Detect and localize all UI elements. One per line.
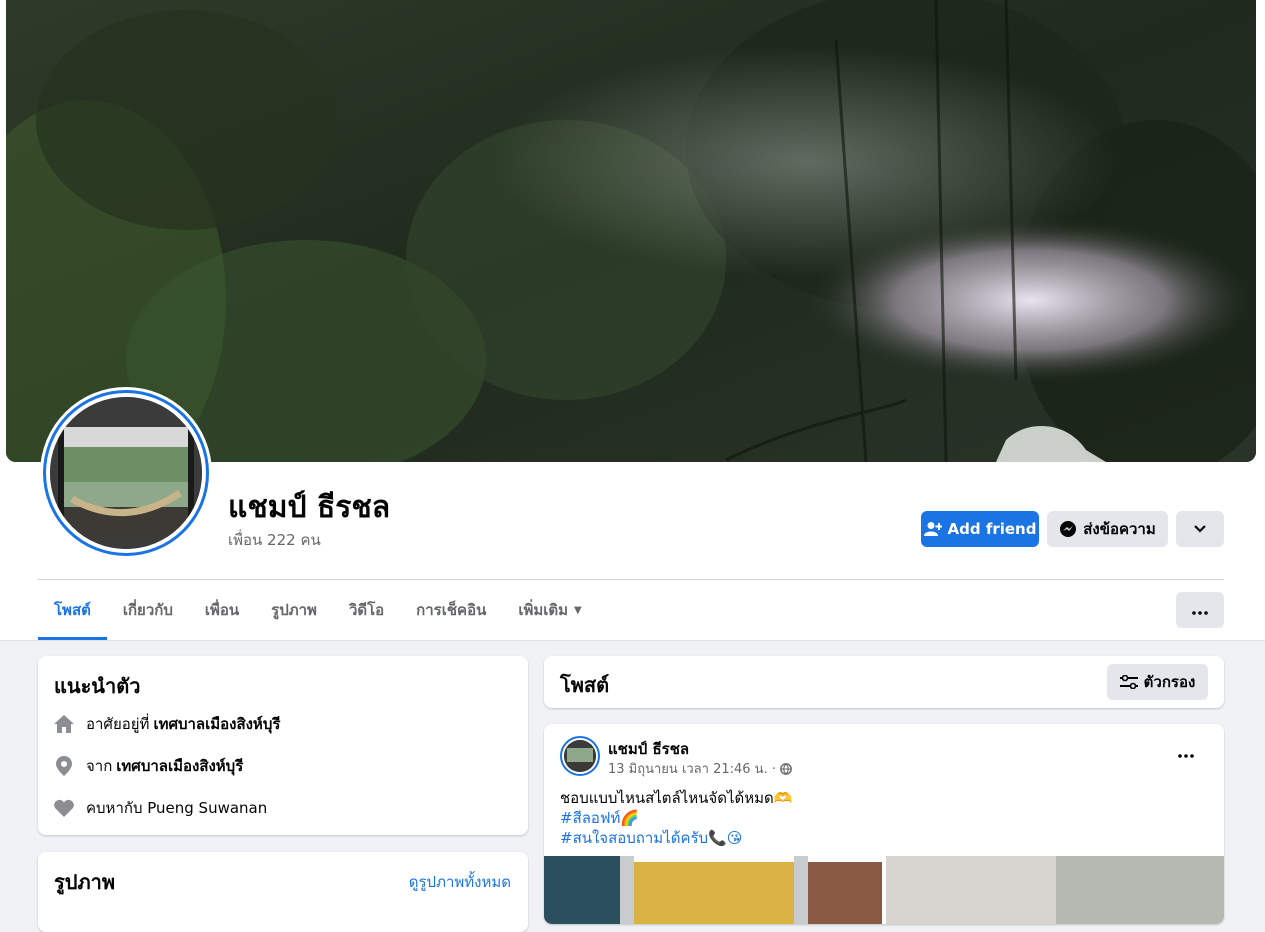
relationship-text: คบหากับ Pueng Suwanan [86,799,268,817]
more-options-button[interactable] [1176,592,1224,628]
from-value[interactable]: เทศบาลเมืองสิงห์บุรี [116,754,243,778]
avatar-image [50,397,202,549]
intro-from: จาก เทศบาลเมืองสิงห์บุรี [54,754,243,778]
lives-prefix: อาศัยอยู่ที่ [86,715,150,733]
tab-label: การเช็คอิน [416,601,487,619]
profile-tabs: โพสต์ เกี่ยวกับ เพื่อน รูปภาพ วิดีโอ การ… [38,580,598,640]
tab-label: เพิ่มเติม [518,601,569,619]
filter-button[interactable]: ตัวกรอง [1107,664,1208,700]
tab-posts[interactable]: โพสต์ [38,580,107,640]
tab-label: วิดีโอ [348,601,385,619]
photos-card: รูปภาพ ดูรูปภาพทั้งหมด [38,852,528,932]
profile-name: แชมป์ ธีรชล [228,490,391,525]
friends-count[interactable]: เพื่อน 222 คน [228,528,321,552]
more-dots-icon [1192,601,1208,619]
tab-checkins[interactable]: การเช็คอิน [400,580,502,640]
filter-label: ตัวกรอง [1143,673,1196,691]
post-card: แชมป์ ธีรชล 13 มิถุนายน เวลา 21:46 น. · … [544,724,1224,924]
message-label: ส่งข้อความ [1083,520,1156,538]
avatar-image [564,740,596,772]
heart-icon [54,798,74,818]
tab-label: เกี่ยวกับ [122,601,173,619]
photos-title: รูปภาพ [54,870,116,894]
cover-photo[interactable] [6,0,1256,462]
intro-card: แนะนำตัว อาศัยอยู่ที่ เทศบาลเมืองสิงห์บุ… [38,656,528,835]
post-hashtag[interactable]: #สนใจสอบถามได้ครับ📞😘 [560,826,742,850]
messenger-icon [1059,520,1077,538]
profile-header: แชมป์ ธีรชล เพื่อน 222 คน Add friend ส่ง… [0,0,1265,641]
tab-about[interactable]: เกี่ยวกับ [107,580,189,640]
tab-label: รูปภาพ [271,601,317,619]
posts-title: โพสต์ [560,673,610,697]
cover-photo-image [6,0,1256,462]
tab-label: เพื่อน [204,601,240,619]
tab-videos[interactable]: วิดีโอ [333,580,400,640]
add-friend-label: Add friend [947,520,1037,538]
posts-header-card: โพสต์ ตัวกรอง [544,656,1224,708]
filter-icon [1119,675,1138,689]
message-button[interactable]: ส่งข้อความ [1047,511,1168,547]
tab-more[interactable]: เพิ่มเติม ▼ [502,580,597,640]
add-friend-button[interactable]: Add friend [921,511,1039,547]
globe-icon [780,762,792,775]
post-photos [544,856,1224,924]
tab-photos[interactable]: รูปภาพ [255,580,333,640]
profile-dropdown-button[interactable] [1176,511,1224,547]
lives-value[interactable]: เทศบาลเมืองสิงห์บุรี [153,712,280,736]
from-prefix: จาก [86,757,113,775]
person-plus-icon [923,521,942,537]
post-author-avatar[interactable] [560,736,600,776]
tab-label: โพสต์ [54,601,91,619]
post-more-button[interactable] [1178,742,1194,763]
more-dots-icon [1178,742,1194,763]
see-all-photos-link[interactable]: ดูรูปภาพทั้งหมด [409,870,511,894]
intro-relationship: คบหากับ Pueng Suwanan [54,796,267,820]
post-timestamp[interactable]: 13 มิถุนายน เวลา 21:46 น. · [608,758,776,779]
intro-title: แนะนำตัว [54,674,141,698]
home-icon [54,714,74,734]
profile-avatar[interactable] [40,387,212,559]
post-meta: 13 มิถุนายน เวลา 21:46 น. · [608,758,792,779]
caret-down-icon: ▼ [574,604,582,616]
chevron-down-icon [1193,520,1207,538]
tab-friends[interactable]: เพื่อน [189,580,255,640]
post-photo-grid[interactable] [544,856,1224,924]
location-pin-icon [54,756,74,776]
intro-lives-in: อาศัยอยู่ที่ เทศบาลเมืองสิงห์บุรี [54,712,280,736]
